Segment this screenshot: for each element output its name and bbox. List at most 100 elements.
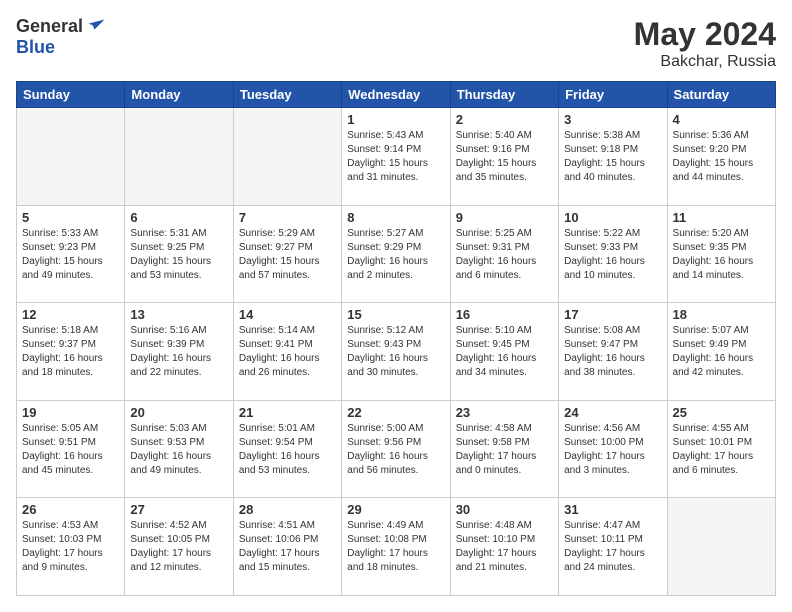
cell-content: Sunrise: 4:55 AMSunset: 10:01 PMDaylight… <box>673 422 770 478</box>
calendar-cell <box>17 108 125 206</box>
col-saturday: Saturday <box>667 82 775 108</box>
calendar-week-row: 5 Sunrise: 5:33 AMSunset: 9:23 PMDaylight… <box>17 205 776 303</box>
calendar-cell <box>125 108 233 206</box>
day-number: 22 <box>347 405 444 420</box>
cell-content: Sunrise: 5:05 AMSunset: 9:51 PMDaylight:… <box>22 422 119 478</box>
day-number: 30 <box>456 502 553 517</box>
cell-content: Sunrise: 5:10 AMSunset: 9:45 PMDaylight:… <box>456 324 553 380</box>
day-number: 28 <box>239 502 336 517</box>
calendar-week-row: 12 Sunrise: 5:18 AMSunset: 9:37 PMDayligh… <box>17 303 776 401</box>
cell-content: Sunrise: 5:27 AMSunset: 9:29 PMDaylight:… <box>347 227 444 283</box>
calendar-week-row: 1Sunrise: 5:43 AMSunset: 9:14 PMDaylight… <box>17 108 776 206</box>
header: General Blue May 2024 Bakchar, Russia <box>16 16 776 71</box>
calendar-cell: 23Sunrise: 4:58 AMSunset: 9:58 PMDayligh… <box>450 400 558 498</box>
logo: General Blue <box>16 16 107 58</box>
calendar-cell: 5 Sunrise: 5:33 AMSunset: 9:23 PMDaylight… <box>17 205 125 303</box>
month-year: May 2024 <box>634 16 776 53</box>
cell-content: Sunrise: 5:03 AMSunset: 9:53 PMDaylight:… <box>130 422 227 478</box>
location: Bakchar, Russia <box>634 53 776 71</box>
calendar-cell: 17 Sunrise: 5:08 AMSunset: 9:47 PMDayligh… <box>559 303 667 401</box>
calendar-cell: 15 Sunrise: 5:12 AMSunset: 9:43 PMDayligh… <box>342 303 450 401</box>
calendar-cell: 22 Sunrise: 5:00 AMSunset: 9:56 PMDayligh… <box>342 400 450 498</box>
cell-content: Sunrise: 5:25 AMSunset: 9:31 PMDaylight:… <box>456 227 553 283</box>
calendar-cell: 26Sunrise: 4:53 AMSunset: 10:03 PMDaylig… <box>17 498 125 596</box>
calendar-cell: 1Sunrise: 5:43 AMSunset: 9:14 PMDaylight… <box>342 108 450 206</box>
calendar-cell: 8Sunrise: 5:27 AMSunset: 9:29 PMDaylight… <box>342 205 450 303</box>
calendar-cell: 21 Sunrise: 5:01 AMSunset: 9:54 PMDayligh… <box>233 400 341 498</box>
calendar-cell: 24 Sunrise: 4:56 AMSunset: 10:00 PMDaylig… <box>559 400 667 498</box>
day-number: 12 <box>22 307 119 322</box>
cell-content: Sunrise: 5:08 AMSunset: 9:47 PMDaylight:… <box>564 324 661 380</box>
calendar-week-row: 19Sunrise: 5:05 AMSunset: 9:51 PMDayligh… <box>17 400 776 498</box>
col-thursday: Thursday <box>450 82 558 108</box>
calendar-header-row: Sunday Monday Tuesday Wednesday Thursday… <box>17 82 776 108</box>
day-number: 6 <box>130 210 227 225</box>
col-friday: Friday <box>559 82 667 108</box>
col-monday: Monday <box>125 82 233 108</box>
page: General Blue May 2024 Bakchar, Russia Su… <box>0 0 792 612</box>
cell-content: Sunrise: 5:29 AMSunset: 9:27 PMDaylight:… <box>239 227 336 283</box>
day-number: 18 <box>673 307 770 322</box>
cell-content: Sunrise: 5:40 AMSunset: 9:16 PMDaylight:… <box>456 129 553 185</box>
cell-content: Sunrise: 5:07 AMSunset: 9:49 PMDaylight:… <box>673 324 770 380</box>
calendar-cell: 30 Sunrise: 4:48 AMSunset: 10:10 PMDaylig… <box>450 498 558 596</box>
day-number: 11 <box>673 210 770 225</box>
day-number: 14 <box>239 307 336 322</box>
day-number: 1 <box>347 112 444 127</box>
calendar-cell <box>233 108 341 206</box>
day-number: 29 <box>347 502 444 517</box>
col-tuesday: Tuesday <box>233 82 341 108</box>
cell-content: Sunrise: 5:36 AMSunset: 9:20 PMDaylight:… <box>673 129 770 185</box>
day-number: 17 <box>564 307 661 322</box>
day-number: 15 <box>347 307 444 322</box>
day-number: 25 <box>673 405 770 420</box>
day-number: 31 <box>564 502 661 517</box>
calendar-cell <box>667 498 775 596</box>
cell-content: Sunrise: 4:56 AMSunset: 10:00 PMDaylight… <box>564 422 661 478</box>
cell-content: Sunrise: 5:01 AMSunset: 9:54 PMDaylight:… <box>239 422 336 478</box>
cell-content: Sunrise: 5:31 AMSunset: 9:25 PMDaylight:… <box>130 227 227 283</box>
calendar-cell: 19Sunrise: 5:05 AMSunset: 9:51 PMDayligh… <box>17 400 125 498</box>
day-number: 2 <box>456 112 553 127</box>
calendar-cell: 11 Sunrise: 5:20 AMSunset: 9:35 PMDayligh… <box>667 205 775 303</box>
cell-content: Sunrise: 5:22 AMSunset: 9:33 PMDaylight:… <box>564 227 661 283</box>
cell-content: Sunrise: 5:18 AMSunset: 9:37 PMDaylight:… <box>22 324 119 380</box>
day-number: 23 <box>456 405 553 420</box>
cell-content: Sunrise: 5:33 AMSunset: 9:23 PMDaylight:… <box>22 227 119 283</box>
cell-content: Sunrise: 5:00 AMSunset: 9:56 PMDaylight:… <box>347 422 444 478</box>
logo-bird-icon <box>87 17 107 37</box>
col-sunday: Sunday <box>17 82 125 108</box>
day-number: 3 <box>564 112 661 127</box>
cell-content: Sunrise: 4:52 AMSunset: 10:05 PMDaylight… <box>130 519 227 575</box>
calendar-cell: 29Sunrise: 4:49 AMSunset: 10:08 PMDaylig… <box>342 498 450 596</box>
col-wednesday: Wednesday <box>342 82 450 108</box>
calendar-cell: 14 Sunrise: 5:14 AMSunset: 9:41 PMDayligh… <box>233 303 341 401</box>
calendar-cell: 12 Sunrise: 5:18 AMSunset: 9:37 PMDayligh… <box>17 303 125 401</box>
cell-content: Sunrise: 5:14 AMSunset: 9:41 PMDaylight:… <box>239 324 336 380</box>
calendar-week-row: 26Sunrise: 4:53 AMSunset: 10:03 PMDaylig… <box>17 498 776 596</box>
day-number: 7 <box>239 210 336 225</box>
day-number: 24 <box>564 405 661 420</box>
cell-content: Sunrise: 5:20 AMSunset: 9:35 PMDaylight:… <box>673 227 770 283</box>
calendar-cell: 20Sunrise: 5:03 AMSunset: 9:53 PMDayligh… <box>125 400 233 498</box>
day-number: 5 <box>22 210 119 225</box>
calendar-cell: 3 Sunrise: 5:38 AMSunset: 9:18 PMDaylight… <box>559 108 667 206</box>
cell-content: Sunrise: 4:48 AMSunset: 10:10 PMDaylight… <box>456 519 553 575</box>
logo-blue-text: Blue <box>16 37 55 58</box>
calendar-cell: 7 Sunrise: 5:29 AMSunset: 9:27 PMDaylight… <box>233 205 341 303</box>
cell-content: Sunrise: 4:47 AMSunset: 10:11 PMDaylight… <box>564 519 661 575</box>
day-number: 16 <box>456 307 553 322</box>
title-block: May 2024 Bakchar, Russia <box>634 16 776 71</box>
calendar-cell: 25 Sunrise: 4:55 AMSunset: 10:01 PMDaylig… <box>667 400 775 498</box>
cell-content: Sunrise: 5:16 AMSunset: 9:39 PMDaylight:… <box>130 324 227 380</box>
day-number: 4 <box>673 112 770 127</box>
calendar-cell: 9Sunrise: 5:25 AMSunset: 9:31 PMDaylight… <box>450 205 558 303</box>
day-number: 10 <box>564 210 661 225</box>
cell-content: Sunrise: 5:12 AMSunset: 9:43 PMDaylight:… <box>347 324 444 380</box>
calendar-cell: 27Sunrise: 4:52 AMSunset: 10:05 PMDaylig… <box>125 498 233 596</box>
day-number: 21 <box>239 405 336 420</box>
cell-content: Sunrise: 4:53 AMSunset: 10:03 PMDaylight… <box>22 519 119 575</box>
calendar-cell: 10 Sunrise: 5:22 AMSunset: 9:33 PMDayligh… <box>559 205 667 303</box>
day-number: 13 <box>130 307 227 322</box>
cell-content: Sunrise: 5:38 AMSunset: 9:18 PMDaylight:… <box>564 129 661 185</box>
